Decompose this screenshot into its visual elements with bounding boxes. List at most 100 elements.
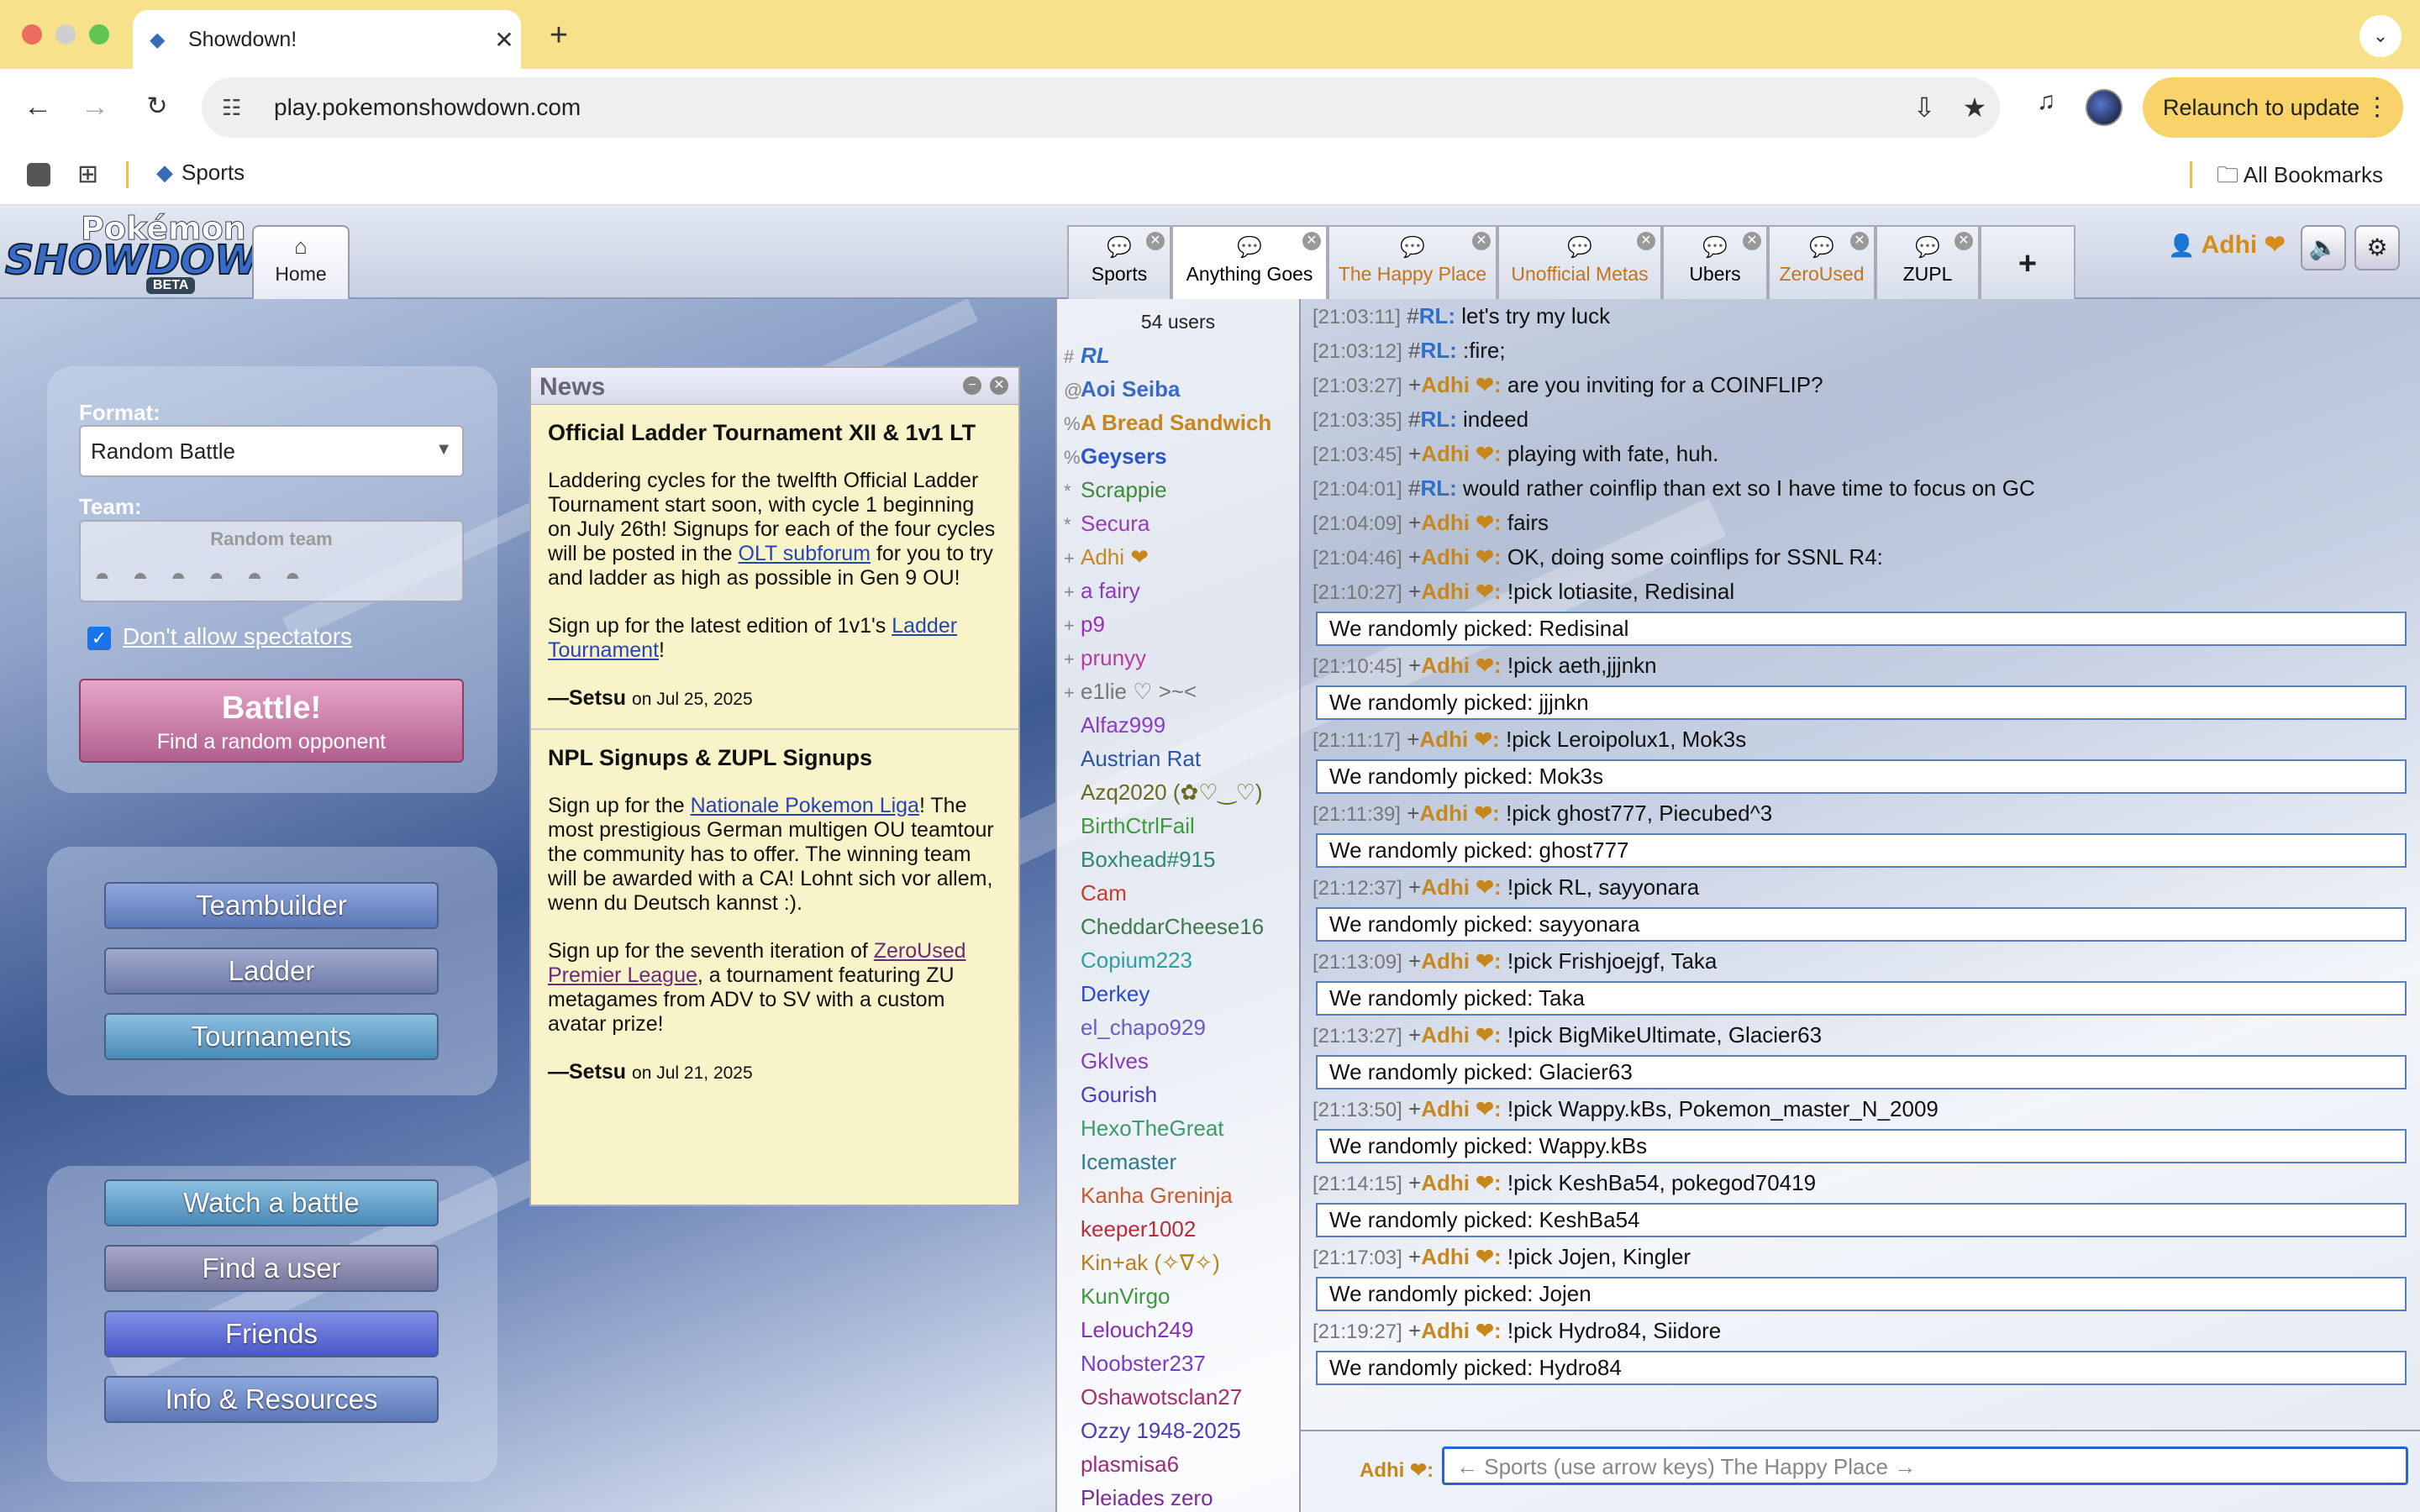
close-room-icon[interactable]: ✕: [1472, 232, 1491, 250]
battle-button[interactable]: Battle! Find a random opponent: [79, 679, 464, 763]
tab-groups-icon[interactable]: [27, 163, 50, 186]
tab-room-sports[interactable]: 💬 Sports ✕: [1067, 225, 1171, 299]
chat-username[interactable]: Adhi ❤:: [1421, 653, 1501, 678]
checkbox-checked-icon[interactable]: ✓: [87, 627, 111, 650]
user-list-item[interactable]: GkIves: [1057, 1044, 1299, 1078]
chat-username[interactable]: Adhi ❤:: [1421, 441, 1501, 466]
chat-username[interactable]: RL:: [1420, 338, 1456, 363]
user-list-item[interactable]: + e1lie ♡ >~<: [1057, 675, 1299, 708]
tab-room-zeroused[interactable]: 💬 ZeroUsed ✕: [1768, 225, 1876, 299]
close-room-icon[interactable]: ✕: [1637, 232, 1655, 250]
watch-a-battle-button[interactable]: Watch a battle: [104, 1179, 439, 1226]
user-list-item[interactable]: Kanha Greninja: [1057, 1179, 1299, 1212]
user-list-item[interactable]: + a fairy: [1057, 574, 1299, 607]
chat-message-input[interactable]: ← Sports (use arrow keys) The Happy Plac…: [1442, 1446, 2408, 1485]
tab-search-button[interactable]: ⌄: [2360, 15, 2402, 57]
user-list-item[interactable]: Copium223: [1057, 943, 1299, 977]
user-list-item[interactable]: Kin+ak (✧∇✧): [1057, 1246, 1299, 1279]
user-list-item[interactable]: Icemaster: [1057, 1145, 1299, 1179]
url-text[interactable]: play.pokemonshowdown.com: [274, 94, 1899, 121]
close-room-icon[interactable]: ✕: [1954, 232, 1973, 250]
user-list-item[interactable]: @Aoi Seiba: [1057, 372, 1299, 406]
npl-link[interactable]: Nationale Pokemon Liga: [691, 794, 919, 817]
sound-volume-icon[interactable]: 🔈: [2301, 225, 2346, 270]
user-list-item[interactable]: + prunyy: [1057, 641, 1299, 675]
user-list-item[interactable]: Lelouch249: [1057, 1313, 1299, 1347]
user-list-item[interactable]: Noobster237: [1057, 1347, 1299, 1380]
apps-grid-icon[interactable]: ⊞: [77, 160, 98, 189]
user-list-item[interactable]: Pleiades zero: [1057, 1481, 1299, 1512]
chat-username[interactable]: Adhi ❤:: [1421, 874, 1501, 900]
tab-room-ubers[interactable]: 💬 Ubers ✕: [1662, 225, 1768, 299]
friends-button[interactable]: Friends: [104, 1310, 439, 1357]
all-bookmarks-button[interactable]: 🗀 All Bookmarks: [2217, 160, 2383, 197]
back-arrow-icon[interactable]: ←: [17, 86, 59, 128]
chat-username[interactable]: Adhi ❤:: [1419, 801, 1499, 826]
tab-room-anything-goes[interactable]: 💬 Anything Goes ✕: [1171, 225, 1328, 299]
tab-room-the-happy-place[interactable]: 💬 The Happy Place ✕: [1328, 225, 1497, 299]
maximize-window-button[interactable]: [89, 24, 109, 45]
olt-subforum-link[interactable]: OLT subforum: [739, 542, 871, 565]
info-resources-button[interactable]: Info & Resources: [104, 1376, 439, 1423]
user-list-item[interactable]: Austrian Rat: [1057, 742, 1299, 775]
minimize-window-button[interactable]: [55, 24, 76, 45]
showdown-logo[interactable]: Pokémon SHOWDOWN BETA: [4, 210, 293, 294]
chat-username[interactable]: RL:: [1419, 303, 1455, 328]
user-list-item[interactable]: keeper1002: [1057, 1212, 1299, 1246]
profile-avatar[interactable]: [2086, 89, 2123, 126]
chat-username[interactable]: Adhi ❤:: [1421, 1170, 1501, 1195]
user-list-item[interactable]: + p9: [1057, 607, 1299, 641]
settings-gear-icon[interactable]: ⚙: [2354, 225, 2400, 270]
tab-home[interactable]: ⌂ Home: [252, 225, 350, 299]
team-select[interactable]: Random team ◓◓◓◓◓◓: [79, 520, 464, 602]
user-list-item[interactable]: + Adhi ❤: [1057, 540, 1299, 574]
user-list-item[interactable]: BirthCtrlFail: [1057, 809, 1299, 843]
chat-username[interactable]: RL:: [1420, 407, 1456, 432]
relaunch-to-update-button[interactable]: Relaunch to update ⋮: [2143, 77, 2403, 138]
chat-username[interactable]: Adhi ❤:: [1421, 579, 1501, 604]
more-menu-icon[interactable]: ⋮: [2365, 77, 2390, 138]
user-list-item[interactable]: # RL: [1057, 339, 1299, 372]
add-room-button[interactable]: +: [1980, 225, 2075, 299]
format-select[interactable]: Random Battle ▼: [79, 425, 464, 477]
chat-username[interactable]: Adhi ❤:: [1421, 1318, 1501, 1343]
close-tab-icon[interactable]: ✕: [487, 26, 521, 54]
close-room-icon[interactable]: ✕: [1850, 232, 1869, 250]
chat-username[interactable]: Adhi ❤:: [1421, 1244, 1501, 1269]
close-window-button[interactable]: [22, 24, 42, 45]
site-info-icon[interactable]: ☷: [222, 95, 255, 121]
user-list-item[interactable]: Derkey: [1057, 977, 1299, 1011]
user-list-item[interactable]: HexoTheGreat: [1057, 1111, 1299, 1145]
chat-username[interactable]: Adhi ❤:: [1421, 1096, 1501, 1121]
user-list-item[interactable]: Gourish: [1057, 1078, 1299, 1111]
teambuilder-button[interactable]: Teambuilder: [104, 882, 439, 929]
user-list-item[interactable]: * Secura: [1057, 507, 1299, 540]
dont-allow-spectators-checkbox[interactable]: ✓ Don't allow spectators: [87, 623, 352, 650]
user-list-item[interactable]: el_chapo929: [1057, 1011, 1299, 1044]
chat-username[interactable]: Adhi ❤:: [1421, 372, 1501, 397]
close-room-icon[interactable]: ✕: [1743, 232, 1761, 250]
user-menu[interactable]: 👤 Adhi ❤: [2168, 230, 2286, 260]
user-list-item[interactable]: %Geysers: [1057, 439, 1299, 473]
chat-username[interactable]: Adhi ❤:: [1421, 510, 1501, 535]
tab-room-unofficial-metas[interactable]: 💬 Unofficial Metas ✕: [1497, 225, 1662, 299]
chat-username[interactable]: Adhi ❤:: [1421, 544, 1501, 570]
close-room-icon[interactable]: ✕: [1146, 232, 1165, 250]
chat-username[interactable]: Adhi ❤:: [1421, 1022, 1501, 1047]
bookmark-sports[interactable]: ◆ Sports: [156, 160, 245, 186]
chat-username[interactable]: RL:: [1420, 475, 1456, 501]
tab-room-zupl[interactable]: 💬 ZUPL ✕: [1876, 225, 1980, 299]
address-bar[interactable]: ☷ play.pokemonshowdown.com ⇩ ★: [202, 77, 2000, 138]
ladder-button[interactable]: Ladder: [104, 948, 439, 995]
user-list-item[interactable]: Alfaz999: [1057, 708, 1299, 742]
user-list-item[interactable]: CheddarCheese16: [1057, 910, 1299, 943]
new-tab-button[interactable]: +: [538, 15, 580, 57]
install-app-icon[interactable]: ⇩: [1899, 92, 1949, 123]
reload-icon[interactable]: ↻: [136, 86, 178, 128]
close-news-icon[interactable]: ✕: [990, 376, 1008, 395]
media-controls-icon[interactable]: ♫: [2025, 87, 2067, 129]
browser-tab-showdown[interactable]: ◆ Showdown! ✕: [133, 10, 521, 69]
user-list-item[interactable]: * Scrappie: [1057, 473, 1299, 507]
user-list-item[interactable]: Azq2020 (✿♡‿♡): [1057, 775, 1299, 809]
chat-username[interactable]: Adhi ❤:: [1421, 948, 1501, 974]
